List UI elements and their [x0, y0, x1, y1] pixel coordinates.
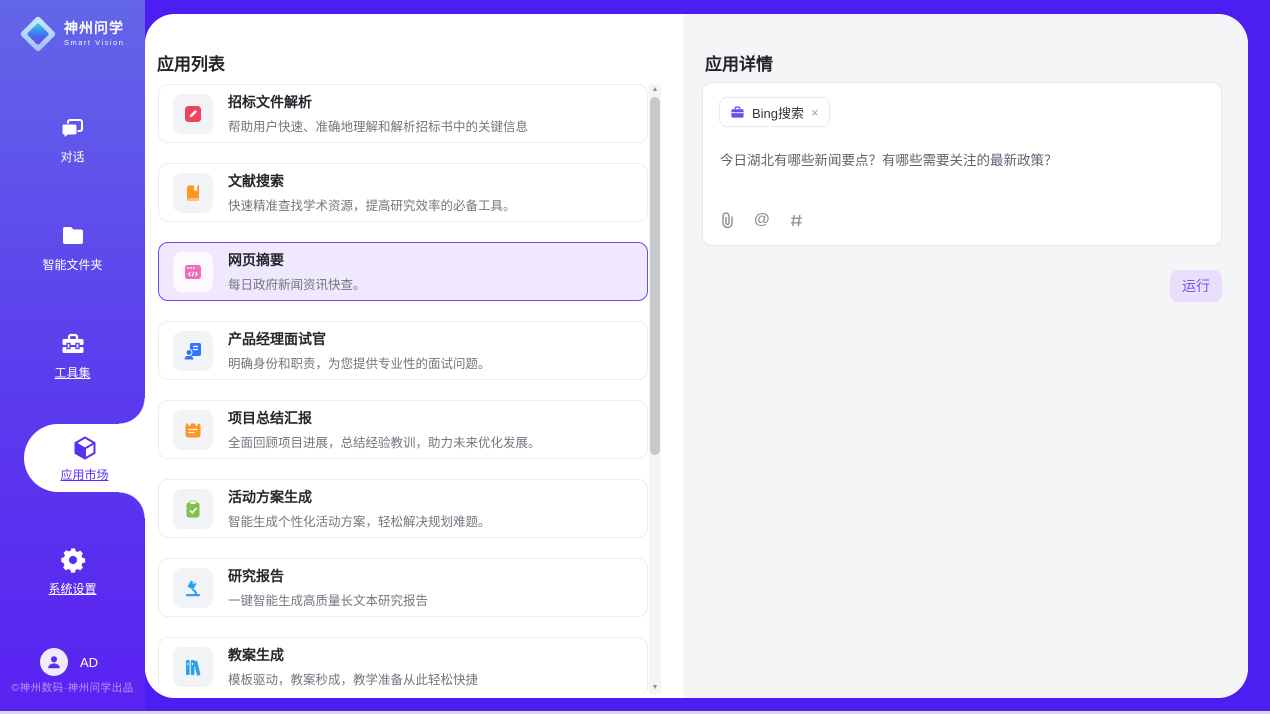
- hashtag-icon[interactable]: [789, 213, 804, 228]
- app-card-web-summary[interactable]: 网页摘要 每日政府新闻资讯快查。: [158, 242, 648, 301]
- app-list-title: 应用列表: [157, 50, 225, 75]
- app-title: 招标文件解析: [228, 92, 528, 112]
- sidebar-item-smart-folder[interactable]: 智能文件夹: [0, 212, 145, 282]
- app-title: 研究报告: [228, 566, 428, 586]
- avatar: [40, 648, 68, 676]
- sidebar-item-label: 智能文件夹: [42, 256, 102, 273]
- person-icon: [45, 653, 63, 671]
- tool-tag-label: Bing搜索: [752, 103, 804, 122]
- app-desc: 智能生成个性化活动方案，轻松解决规划难题。: [228, 511, 491, 530]
- logo-diamond-icon: [20, 16, 56, 52]
- clipboard-check-icon: [182, 498, 204, 520]
- app-title: 文献搜索: [228, 171, 516, 191]
- sidebar-footer: ©神州数码·神州问学出品: [0, 680, 145, 695]
- calendar-note-icon: [182, 419, 204, 441]
- app-logo: 神州问学 Smart Vision: [20, 16, 124, 52]
- book-icon: [182, 182, 204, 204]
- folder-icon: [59, 222, 87, 250]
- user-name: AD: [80, 655, 98, 670]
- scrollbar-down-icon[interactable]: ▼: [649, 682, 661, 694]
- logo-subtitle: Smart Vision: [64, 39, 124, 47]
- gear-icon: [59, 546, 87, 574]
- tag-close-icon[interactable]: ×: [811, 106, 819, 119]
- app-desc: 一键智能生成高质量长文本研究报告: [228, 590, 428, 609]
- app-desc: 模板驱动，教案秒成，教学准备从此轻松快捷: [228, 669, 478, 688]
- app-title: 网页摘要: [228, 250, 366, 270]
- app-detail-panel: 应用详情 Bing搜索 × 今日湖北有哪些新闻要点？有哪些需要关注的最新政策？: [683, 14, 1248, 698]
- books-icon: [182, 656, 204, 678]
- toolbox-icon: [59, 330, 87, 358]
- run-button[interactable]: 运行: [1170, 270, 1222, 302]
- composer-toolbar: @: [720, 211, 804, 229]
- briefcase-icon: [730, 105, 745, 120]
- sidebar-item-toolbox[interactable]: 工具集: [0, 320, 145, 390]
- app-title: 项目总结汇报: [228, 408, 541, 428]
- app-list-panel: 应用列表 招标文件解析 帮助用户快速、准确地理解和解析招标书中的关键信息: [145, 14, 683, 698]
- app-card-bid-analysis[interactable]: 招标文件解析 帮助用户快速、准确地理解和解析招标书中的关键信息: [158, 84, 648, 143]
- sidebar-item-chat[interactable]: 对话: [0, 104, 145, 174]
- app-title: 活动方案生成: [228, 487, 491, 507]
- attachment-icon[interactable]: [720, 212, 735, 229]
- cube-icon: [71, 434, 99, 462]
- app-desc: 每日政府新闻资讯快查。: [228, 274, 366, 293]
- prompt-text[interactable]: 今日湖北有哪些新闻要点？有哪些需要关注的最新政策？: [720, 151, 1200, 171]
- user-account[interactable]: AD: [40, 648, 98, 676]
- app-card-literature-search[interactable]: 文献搜索 快速精准查找学术资源，提高研究效率的必备工具。: [158, 163, 648, 222]
- sidebar-item-settings[interactable]: 系统设置: [0, 536, 145, 606]
- app-list: 招标文件解析 帮助用户快速、准确地理解和解析招标书中的关键信息: [158, 84, 648, 694]
- app-desc: 全面回顾项目进展，总结经验教训，助力未来优化发展。: [228, 432, 541, 451]
- app-card-project-summary[interactable]: 项目总结汇报 全面回顾项目进展，总结经验教训，助力未来优化发展。: [158, 400, 648, 459]
- edit-square-icon: [182, 103, 204, 125]
- sidebar: 神州问学 Smart Vision 对话 智能文件夹 工具集: [0, 0, 145, 711]
- interview-doc-icon: [182, 340, 204, 362]
- main-content: 应用列表 招标文件解析 帮助用户快速、准确地理解和解析招标书中的关键信息: [145, 14, 1248, 698]
- app-desc: 快速精准查找学术资源，提高研究效率的必备工具。: [228, 195, 516, 214]
- prompt-card[interactable]: Bing搜索 × 今日湖北有哪些新闻要点？有哪些需要关注的最新政策？ @: [702, 82, 1222, 246]
- app-desc: 明确身份和职责，为您提供专业性的面试问题。: [228, 353, 491, 372]
- app-desc: 帮助用户快速、准确地理解和解析招标书中的关键信息: [228, 116, 528, 135]
- chat-icon: [59, 114, 87, 142]
- app-title: 产品经理面试官: [228, 329, 491, 349]
- microscope-icon: [182, 577, 204, 599]
- app-list-scrollbar[interactable]: ▲ ▼: [649, 84, 661, 694]
- sidebar-item-label: 应用市场: [60, 466, 108, 483]
- web-code-icon: [182, 261, 204, 283]
- sidebar-item-label: 系统设置: [48, 580, 96, 597]
- app-card-event-plan[interactable]: 活动方案生成 智能生成个性化活动方案，轻松解决规划难题。: [158, 479, 648, 538]
- app-card-pm-interviewer[interactable]: 产品经理面试官 明确身份和职责，为您提供专业性的面试问题。: [158, 321, 648, 380]
- app-detail-title: 应用详情: [705, 50, 773, 75]
- app-title: 教案生成: [228, 645, 478, 665]
- sidebar-item-label: 工具集: [54, 364, 90, 381]
- sidebar-item-app-market[interactable]: 应用市场: [24, 424, 145, 492]
- scrollbar-thumb[interactable]: [650, 97, 660, 455]
- logo-title: 神州问学: [64, 21, 124, 36]
- scrollbar-up-icon[interactable]: ▲: [649, 84, 661, 96]
- tool-tag-bing-search[interactable]: Bing搜索 ×: [719, 97, 830, 127]
- app-card-lesson-plan[interactable]: 教案生成 模板驱动，教案秒成，教学准备从此轻松快捷: [158, 637, 648, 694]
- sidebar-item-label: 对话: [60, 148, 84, 165]
- app-card-research-report[interactable]: 研究报告 一键智能生成高质量长文本研究报告: [158, 558, 648, 617]
- mention-icon[interactable]: @: [754, 211, 770, 229]
